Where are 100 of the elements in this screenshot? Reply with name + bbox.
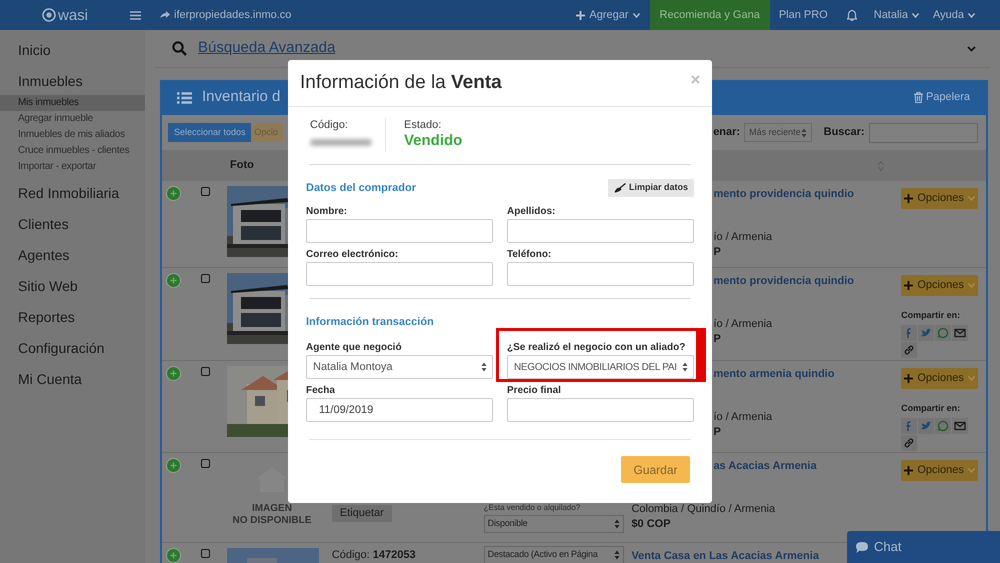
sort-label: enar:: [713, 125, 740, 140]
listing-title[interactable]: mento providencia quindio: [713, 187, 854, 201]
checkbox[interactable]: [200, 367, 210, 376]
field-label: Nombre:: [306, 205, 348, 219]
clear-data-button[interactable]: Limpiar datos: [608, 179, 694, 197]
trash-icon: [914, 92, 923, 103]
bell-icon[interactable]: [846, 10, 857, 20]
tag-button[interactable]: Etiquetar: [332, 505, 392, 522]
menu-icon: [130, 10, 141, 20]
sidebar-item[interactable]: Mi Cuenta: [0, 369, 145, 400]
sidebar-item[interactable]: Clientes: [0, 214, 145, 245]
plus-icon: [904, 281, 914, 290]
sidebar-subitem[interactable]: Agregar inmueble: [0, 111, 145, 127]
options-button[interactable]: Opciones: [901, 368, 978, 389]
input-field[interactable]: [507, 262, 694, 286]
whatsapp-icon[interactable]: [935, 324, 952, 340]
sort-select[interactable]: Más reciente: [744, 123, 812, 142]
field-label: Teléfono:: [507, 248, 552, 262]
mail-icon[interactable]: [952, 324, 968, 340]
select-arrows-icon: [614, 519, 620, 529]
options-button[interactable]: Opciones: [901, 460, 978, 481]
sidebar-subitem[interactable]: Importar - exportar: [0, 159, 145, 175]
listing-price: P: [713, 332, 721, 346]
sidebar-subitem[interactable]: Cruce inmuebles - clientes: [0, 143, 145, 159]
arrow-icon: [160, 11, 170, 19]
save-button[interactable]: Guardar: [621, 456, 690, 483]
add-circle-icon: [166, 458, 181, 473]
checkbox[interactable]: [200, 187, 210, 196]
caret-icon: [968, 12, 975, 18]
promo-link[interactable]: Recomienda y Gana: [650, 0, 770, 30]
listing-title[interactable]: as Acacias Armenia: [713, 459, 817, 473]
sidebar-item[interactable]: Red Inmobiliaria: [0, 183, 145, 214]
select-arrows-icon: [682, 362, 688, 372]
listing-location: ío / Armenia: [713, 410, 772, 425]
listing-title[interactable]: mento armenia quindio: [713, 367, 834, 381]
input-field[interactable]: [507, 398, 694, 422]
chat-icon: [855, 540, 869, 554]
facebook-icon[interactable]: [901, 418, 918, 434]
input-field[interactable]: 11/09/2019: [306, 398, 493, 422]
add-circle-icon: [166, 366, 181, 381]
search-icon: [172, 41, 187, 56]
site-address[interactable]: iferpropiedades.inmo.co: [174, 6, 292, 24]
caret-icon: [968, 196, 975, 201]
share-label: Compartir en:: [901, 309, 960, 322]
caret-icon: [912, 12, 919, 18]
chevron-down-icon: [967, 46, 976, 52]
user-menu[interactable]: Natalia: [866, 0, 926, 30]
input-field[interactable]: [306, 262, 493, 286]
mail-icon[interactable]: [952, 418, 968, 434]
section-title: Datos del comprador: [306, 180, 416, 196]
chat-button[interactable]: Chat: [847, 531, 1000, 563]
listing-title[interactable]: mento providencia quindio: [713, 274, 854, 288]
whatsapp-icon[interactable]: [935, 418, 952, 434]
trash-link[interactable]: Papelera: [926, 89, 970, 106]
property-code: Código: 1472053: [332, 548, 417, 563]
sidebar-item[interactable]: Reportes: [0, 307, 145, 338]
sidebar-item[interactable]: Agentes: [0, 245, 145, 276]
link-icon[interactable]: [901, 434, 918, 450]
options-button[interactable]: Opciones: [901, 275, 978, 296]
checkbox[interactable]: [200, 274, 210, 283]
input-field[interactable]: [507, 219, 694, 243]
sidebar-item[interactable]: Inicio: [0, 40, 145, 71]
logo-icon: [42, 8, 56, 22]
facebook-icon[interactable]: [901, 324, 918, 340]
no-image-text: IMAGEN: [252, 503, 292, 515]
select-field[interactable]: NEGOCIOS INMOBILIARIOS DEL PAI: [507, 355, 694, 379]
broom-icon: [614, 183, 626, 193]
plan-link[interactable]: Plan PRO: [770, 0, 837, 30]
status-select[interactable]: Destacado (Activo en Página: [484, 546, 624, 563]
user-menu[interactable]: Ayuda: [926, 0, 982, 30]
caret-icon: [968, 468, 975, 473]
section-title: Información transacción: [306, 314, 434, 330]
no-image-text: NO DISPONIBLE: [232, 515, 312, 527]
twitter-icon[interactable]: [918, 324, 934, 340]
add-menu[interactable]: Agregar: [570, 0, 646, 30]
code-label: Código:: [310, 118, 349, 132]
listing-title[interactable]: Venta Casa en Las Acacias Armenia: [631, 549, 819, 563]
sidebar-subitem[interactable]: Inmuebles de mis aliados: [0, 127, 145, 143]
caret-icon: [968, 376, 975, 381]
sidebar-subitem[interactable]: Mis inmuebles: [0, 95, 145, 111]
sidebar-item[interactable]: Inmuebles: [0, 71, 145, 92]
checkbox[interactable]: [200, 459, 210, 468]
sidebar-item[interactable]: Configuración: [0, 338, 145, 369]
link-icon[interactable]: [901, 342, 918, 358]
list-icon: [177, 92, 192, 104]
panel-title: Inventario d: [202, 87, 280, 108]
close-icon[interactable]: [691, 74, 700, 84]
input-field[interactable]: [306, 219, 493, 243]
checkbox[interactable]: [200, 549, 210, 558]
select-all-button[interactable]: Seleccionar todos: [168, 123, 252, 142]
status-select[interactable]: Disponible: [484, 515, 624, 533]
plus-icon: [904, 194, 914, 203]
sidebar-item[interactable]: Sitio Web: [0, 276, 145, 307]
search-field[interactable]: [868, 122, 978, 142]
twitter-icon[interactable]: [918, 418, 934, 434]
state-label: Estado:: [404, 118, 442, 132]
logo-text: wasi: [58, 8, 88, 22]
advanced-search-link[interactable]: Búsqueda Avanzada: [198, 37, 336, 60]
select-field[interactable]: Natalia Montoya: [306, 355, 493, 379]
options-button[interactable]: Opciones: [901, 188, 978, 209]
